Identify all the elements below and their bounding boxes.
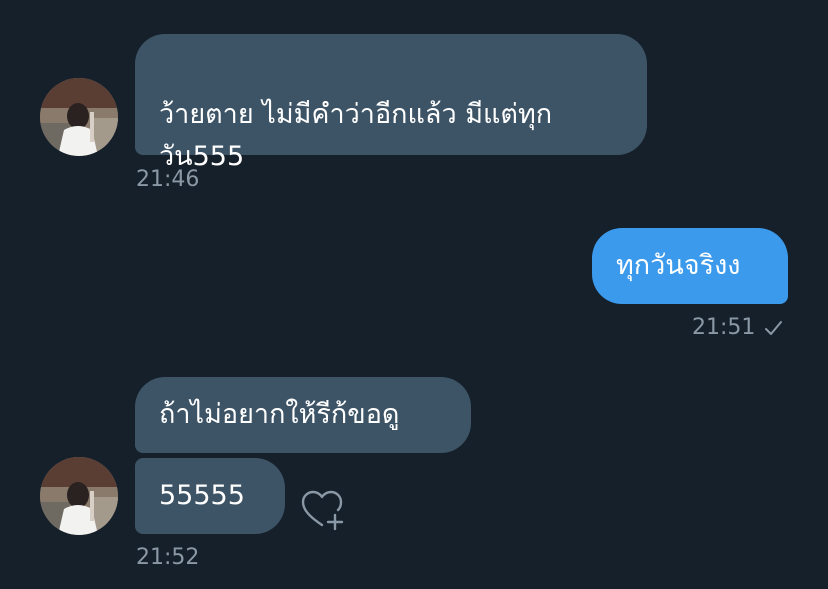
message-timestamp: 21:46 xyxy=(136,167,200,192)
heart-plus-icon[interactable] xyxy=(300,487,346,533)
message-bubble[interactable]: 55555 xyxy=(135,458,285,534)
message-bubble[interactable]: ทุกวันจริงง xyxy=(592,228,788,304)
message-timestamp: 21:52 xyxy=(136,545,200,570)
avatar-image xyxy=(40,78,118,156)
message-timestamp: 21:51 xyxy=(692,315,756,340)
message-text: ว้ายตาย ไม่มีคำว่าอีกแล้ว มีแต่ทุก วัน55… xyxy=(159,99,553,172)
message-text: ถ้าไม่อยากให้รีก้ขอดู xyxy=(159,399,400,430)
message-bubble[interactable]: ว้ายตาย ไม่มีคำว่าอีกแล้ว มีแต่ทุก วัน55… xyxy=(135,34,647,172)
message-text: ทุกวันจริงง xyxy=(616,250,741,281)
message-bubble[interactable]: ถ้าไม่อยากให้รีก้ขอดู xyxy=(135,377,471,453)
avatar-image xyxy=(40,457,118,535)
message-text: 55555 xyxy=(159,480,245,511)
avatar[interactable] xyxy=(40,457,118,535)
check-icon xyxy=(763,318,783,338)
avatar[interactable] xyxy=(40,78,118,156)
